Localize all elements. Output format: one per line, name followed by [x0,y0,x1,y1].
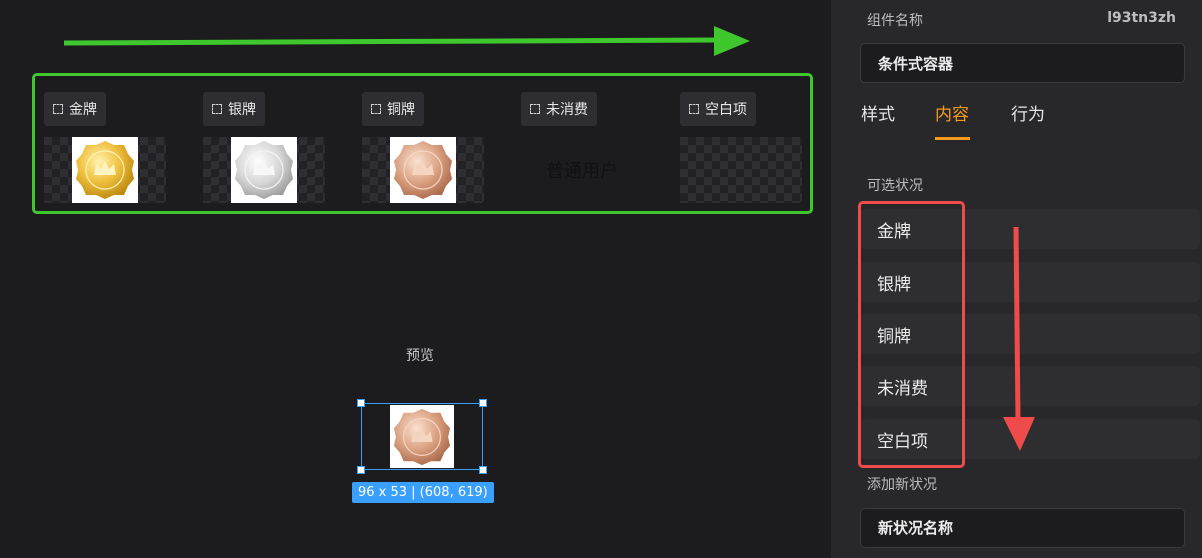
preview-selection[interactable] [357,399,487,474]
tab-style[interactable]: 样式 [861,100,895,125]
condition-column-bronze[interactable]: 铜牌 [354,92,484,210]
size-position-badge: 96 x 53 | (608, 619) [352,482,494,503]
silver-medal-icon [235,141,293,199]
new-state-name-input[interactable] [860,508,1185,548]
condition-column-gold[interactable]: 金牌 [36,92,166,210]
tab-behavior[interactable]: 行为 [1011,100,1045,125]
state-tag-unconsumed[interactable]: 未消费 [521,92,597,126]
expand-icon [530,104,540,114]
state-tag-silver[interactable]: 银牌 [203,92,265,126]
preview-label: 预览 [406,348,434,364]
gold-medal-image [72,137,138,203]
bronze-medal-image [390,137,456,203]
add-state-label: 添加新状况 [867,477,937,493]
condition-column-blank[interactable]: 空白项 [672,92,802,210]
active-tab-indicator [935,137,970,140]
green-arrow-annotation [64,26,750,56]
state-tag-gold[interactable]: 金牌 [44,92,106,126]
gold-medal-icon [76,141,134,199]
resize-handle-top-right[interactable] [479,399,487,407]
bronze-medal-icon [393,408,451,465]
condition-column-unconsumed[interactable]: 未消费 普通用户 [513,92,638,210]
expand-icon [53,104,63,114]
blank-slot[interactable] [680,137,802,203]
bronze-slot[interactable] [362,137,484,203]
silver-medal-image [231,137,297,203]
silver-slot[interactable] [203,137,325,203]
expand-icon [689,104,699,114]
component-name-field[interactable]: 条件式容器 [860,43,1185,83]
component-name-label: 组件名称 [867,13,923,29]
condition-column-silver[interactable]: 银牌 [195,92,325,210]
state-tag-blank[interactable]: 空白项 [680,92,756,126]
state-tag-bronze[interactable]: 铜牌 [362,92,424,126]
component-id: l93tn3zh [1107,10,1176,26]
preview-bronze-medal [390,405,454,468]
conditional-container[interactable]: 金牌 银牌 铜牌 未消费 普通用户 空白项 [32,73,813,214]
red-highlight-annotation [858,201,965,468]
design-canvas[interactable]: 金牌 银牌 铜牌 未消费 普通用户 空白项 预览 96 x 53 | (608,… [0,0,831,558]
red-arrow-annotation [1003,226,1035,451]
tab-content[interactable]: 内容 [935,100,969,125]
expand-icon [212,104,222,114]
expand-icon [371,104,381,114]
optional-states-label: 可选状况 [867,178,923,194]
resize-handle-bottom-left[interactable] [357,466,365,474]
gold-slot[interactable] [44,137,166,203]
resize-handle-top-left[interactable] [357,399,365,407]
bronze-medal-icon [394,141,452,199]
resize-handle-bottom-right[interactable] [479,466,487,474]
normal-user-text[interactable]: 普通用户 [521,137,643,203]
